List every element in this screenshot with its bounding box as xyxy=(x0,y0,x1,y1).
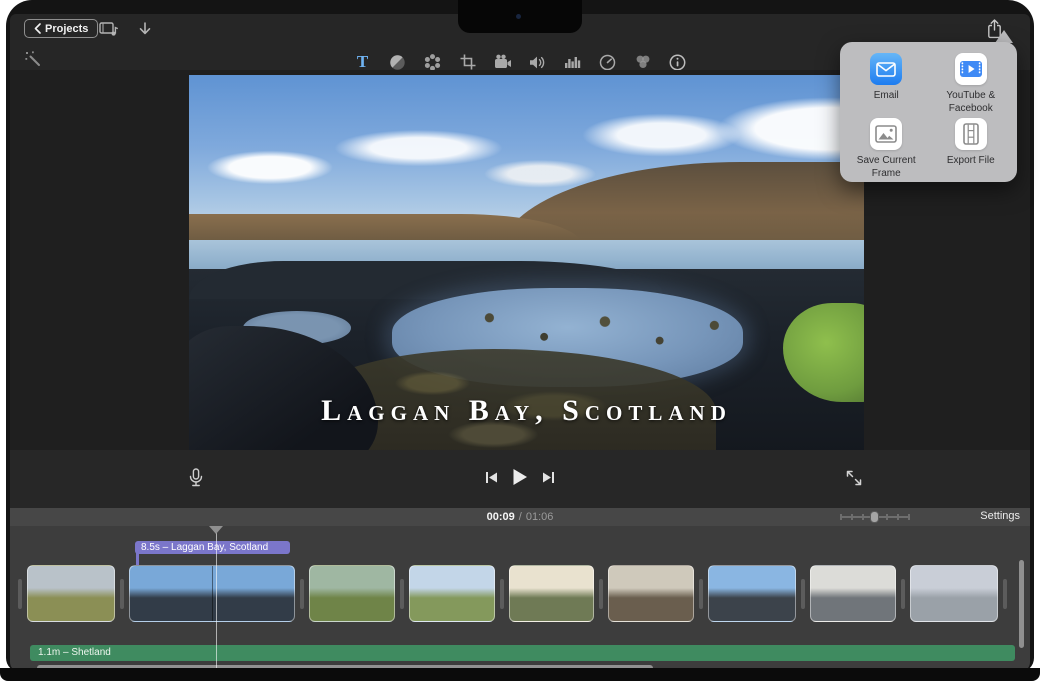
timeline-clip[interactable] xyxy=(409,565,495,622)
timeline[interactable]: 8.5s – Laggan Bay, Scotland 1.1m – Shetl… xyxy=(10,526,1030,672)
timeline-clip[interactable] xyxy=(708,565,796,622)
projects-button-label: Projects xyxy=(45,23,88,35)
email-icon xyxy=(870,53,902,85)
clip-gap-handle[interactable] xyxy=(599,579,603,609)
share-option-save-frame[interactable]: Save Current Frame xyxy=(844,115,929,180)
share-option-email[interactable]: Email xyxy=(844,50,929,115)
share-option-youtube-facebook[interactable]: YouTube & Facebook xyxy=(929,50,1014,115)
clip-gap-handle[interactable] xyxy=(901,579,905,609)
audio-clip[interactable]: 1.1m – Shetland xyxy=(30,645,1015,661)
fullscreen-icon[interactable] xyxy=(846,470,862,486)
share-option-label: Email xyxy=(874,90,899,103)
playhead-line[interactable] xyxy=(216,527,217,672)
enhance-wand-icon[interactable] xyxy=(24,50,46,72)
settings-button[interactable]: Settings xyxy=(980,510,1020,522)
playback-controls xyxy=(10,468,1030,486)
timeline-clip[interactable] xyxy=(129,565,295,622)
share-option-export-file[interactable]: Export File xyxy=(929,115,1014,180)
clip-gap-handle[interactable] xyxy=(699,579,703,609)
title-clip[interactable]: 8.5s – Laggan Bay, Scotland xyxy=(135,541,290,554)
play-button[interactable] xyxy=(512,468,528,486)
clip-frame-divider xyxy=(212,566,213,621)
skip-to-start-button[interactable] xyxy=(485,471,498,484)
zoom-slider-thumb[interactable] xyxy=(870,511,879,523)
youtube-facebook-icon xyxy=(955,53,987,85)
timeline-clip[interactable] xyxy=(309,565,395,622)
share-popover: Email YouTube & Facebook xyxy=(840,42,1017,182)
share-option-label: Export File xyxy=(947,155,995,168)
import-arrow-icon[interactable] xyxy=(134,19,156,39)
share-option-label: YouTube & Facebook xyxy=(929,90,1014,115)
laptop-hinge xyxy=(0,668,1040,681)
total-duration: 01:06 xyxy=(526,511,554,523)
page: Projects xyxy=(0,0,1040,681)
camera-dot xyxy=(516,14,521,19)
clip-gap-handle[interactable] xyxy=(300,579,304,609)
clip-gap-handle[interactable] xyxy=(500,579,504,609)
chevron-left-icon xyxy=(34,23,41,34)
time-strip[interactable]: 00:09 / 01:06 Settings xyxy=(10,508,1030,526)
back-to-projects-button[interactable]: Projects xyxy=(24,19,98,38)
clip-gap-handle[interactable] xyxy=(1003,579,1007,609)
media-library-icon[interactable] xyxy=(98,19,120,39)
transport-bar xyxy=(10,450,1030,508)
timeline-clip[interactable] xyxy=(509,565,594,622)
video-title-overlay: Laggan Bay, Scotland xyxy=(189,394,864,428)
playhead-handle[interactable] xyxy=(209,526,223,534)
timeline-vertical-scrollbar[interactable] xyxy=(1019,560,1024,648)
timeline-clip[interactable] xyxy=(27,565,115,622)
timeline-zoom-slider[interactable] xyxy=(840,511,910,523)
timeline-clips-row xyxy=(18,565,1007,622)
clip-gap-handle[interactable] xyxy=(400,579,404,609)
timeline-clip[interactable] xyxy=(608,565,694,622)
clip-gap-handle[interactable] xyxy=(18,579,22,609)
current-time: 00:09 xyxy=(487,511,515,523)
timeline-clip[interactable] xyxy=(810,565,896,622)
clip-gap-handle[interactable] xyxy=(801,579,805,609)
camera-notch xyxy=(458,0,582,33)
export-file-icon xyxy=(955,118,987,150)
clip-gap-handle[interactable] xyxy=(120,579,124,609)
save-frame-icon xyxy=(870,118,902,150)
skip-to-end-button[interactable] xyxy=(542,471,555,484)
time-separator: / xyxy=(519,511,522,523)
share-option-label: Save Current Frame xyxy=(844,155,929,180)
timeline-clip[interactable] xyxy=(910,565,998,622)
video-preview[interactable]: Laggan Bay, Scotland xyxy=(189,75,864,455)
